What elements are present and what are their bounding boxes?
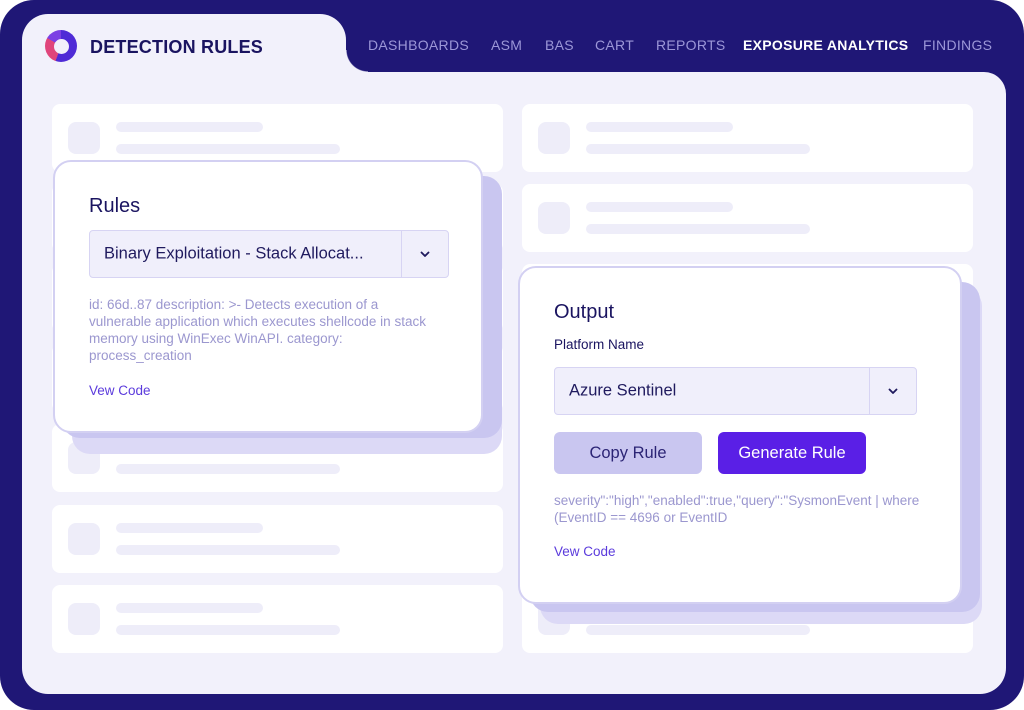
platform-select[interactable]: Azure Sentinel — [554, 367, 917, 415]
ring-logo-icon — [45, 30, 77, 62]
chevron-down-icon[interactable] — [870, 368, 916, 414]
brand-tab — [22, 14, 368, 104]
rule-description: id: 66d..87 description: >- Detects exec… — [89, 297, 426, 363]
nav-item-asm[interactable]: ASM — [491, 37, 522, 53]
output-card: Output Platform Name Azure Sentinel Copy… — [518, 266, 962, 604]
nav-item-bas[interactable]: BAS — [545, 37, 574, 53]
output-title: Output — [554, 301, 615, 323]
platform-select-value: Azure Sentinel — [569, 381, 677, 400]
nav-item-findings[interactable]: FINDINGS — [923, 37, 992, 53]
copy-rule-button[interactable]: Copy Rule — [554, 432, 702, 474]
list-item — [52, 505, 503, 573]
view-code-link[interactable]: Vew Code — [554, 544, 616, 559]
rule-select[interactable]: Binary Exploitation - Stack Allocat... — [89, 230, 449, 278]
generate-rule-button[interactable]: Generate Rule — [718, 432, 866, 474]
rules-title: Rules — [89, 195, 141, 217]
chevron-down-icon[interactable] — [402, 231, 448, 277]
platform-name-label: Platform Name — [554, 337, 645, 352]
rule-select-value: Binary Exploitation - Stack Allocat... — [104, 244, 364, 263]
rules-card: Rules Binary Exploitation - Stack Alloca… — [53, 160, 483, 433]
list-item — [52, 585, 503, 653]
list-item — [522, 104, 973, 172]
list-item — [522, 184, 973, 252]
nav-item-reports[interactable]: REPORTS — [656, 37, 726, 53]
view-code-link[interactable]: Vew Code — [89, 383, 151, 398]
nav-item-exposure-analytics[interactable]: EXPOSURE ANALYTICS — [743, 37, 908, 53]
nav-item-dashboards[interactable]: DASHBOARDS — [368, 37, 469, 53]
app-title: DETECTION RULES — [90, 37, 264, 57]
nav-item-cart[interactable]: CART — [595, 37, 634, 53]
output-text: severity":"high","enabled":true,"query":… — [554, 493, 920, 525]
